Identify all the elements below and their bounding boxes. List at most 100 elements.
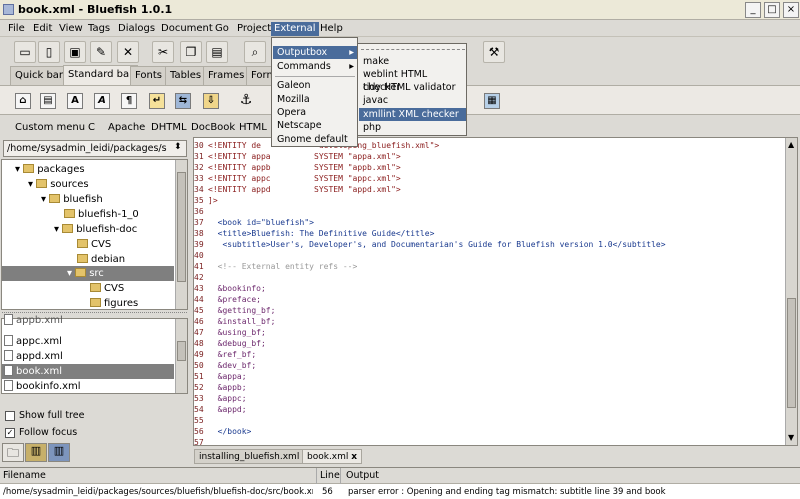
menu-item-javac[interactable]: javac: [359, 94, 466, 107]
list-scrollbar-thumb[interactable]: [177, 341, 186, 361]
output-filename[interactable]: /home/sysadmin_leidi/packages/sources/bl…: [3, 487, 313, 497]
image-icon[interactable]: ▦: [484, 93, 500, 109]
list-item[interactable]: appd.xml: [4, 349, 63, 364]
custom-menu-dhtml[interactable]: DHTML: [151, 122, 187, 133]
copy-icon[interactable]: ❐: [180, 41, 202, 63]
editor-tab[interactable]: installing_bluefish.xml x: [194, 449, 314, 464]
menu-item-tidy[interactable]: tidy HTML validator: [359, 81, 466, 94]
tree-item[interactable]: debian: [77, 252, 125, 267]
reference-tab-icon[interactable]: ▥: [48, 443, 70, 462]
tab-frames[interactable]: Frames: [203, 66, 250, 85]
close-icon[interactable]: ×: [783, 2, 799, 18]
tree-item[interactable]: CVS: [90, 281, 124, 296]
custom-menu-apache[interactable]: Apache: [108, 122, 145, 133]
path-combo[interactable]: /home/sysadmin_leidi/packages/sourc ⬍: [3, 140, 187, 157]
new-file-icon[interactable]: ▭: [14, 41, 36, 63]
tree-item-selected[interactable]: ▾ src: [2, 266, 174, 281]
menu-file[interactable]: File: [5, 22, 28, 36]
tearoff-line[interactable]: [361, 49, 465, 50]
paragraph-icon[interactable]: ¶: [121, 93, 137, 109]
body-icon[interactable]: ▤: [40, 93, 56, 109]
col-filename[interactable]: Filename: [3, 470, 46, 481]
menu-item-commands[interactable]: Commands ▸: [273, 60, 357, 73]
editor-scrollbar-thumb[interactable]: [787, 298, 796, 408]
menu-item-xmllint[interactable]: xmllint XML checker: [359, 108, 466, 121]
tab-tables[interactable]: Tables: [165, 66, 207, 85]
minimize-icon[interactable]: _: [745, 2, 761, 18]
output-message[interactable]: parser error : Opening and ending tag mi…: [348, 487, 666, 497]
preferences-icon[interactable]: ⚒: [483, 41, 505, 63]
custom-menu[interactable]: Custom menu: [15, 122, 85, 133]
tab-standard-bar[interactable]: Standard bar: [63, 65, 139, 85]
maximize-icon[interactable]: □: [764, 2, 780, 18]
menu-external[interactable]: External: [271, 22, 319, 36]
scroll-up-icon[interactable]: ▲: [788, 140, 794, 149]
paste-icon[interactable]: ▤: [206, 41, 228, 63]
insert-icon[interactable]: ⇩: [203, 93, 219, 109]
scroll-down-icon[interactable]: ▼: [788, 433, 794, 442]
custom-menu-c[interactable]: C: [88, 122, 95, 133]
italic-icon[interactable]: A: [94, 93, 110, 109]
menu-tags[interactable]: Tags: [85, 22, 113, 36]
bookmark-tab-icon[interactable]: ▥: [25, 443, 47, 462]
list-item-selected[interactable]: book.xml: [2, 364, 174, 379]
find-icon[interactable]: ⌕: [244, 41, 266, 63]
follow-focus-checkbox[interactable]: ✓: [5, 428, 15, 438]
menu-document[interactable]: Document: [158, 22, 216, 36]
list-scrollbar[interactable]: [175, 319, 187, 393]
editor-text[interactable]: 30 <!ENTITY de 31 <!ENTITY appa 32 <!ENTITY…: [194, 138, 784, 445]
menu-item-weblint[interactable]: weblint HTML checker: [359, 68, 466, 93]
entity-values: *developing_bluefish.xml"> SYSTEM "appa.…: [314, 141, 440, 194]
menu-item-netscape[interactable]: Netscape: [273, 119, 357, 132]
app-icon: [3, 4, 14, 15]
tree-item[interactable]: ▾ packages: [15, 162, 85, 177]
menu-item-mozilla[interactable]: Mozilla: [273, 93, 357, 106]
menu-project[interactable]: Project: [234, 22, 274, 36]
custom-menu-docbook[interactable]: DocBook: [191, 122, 235, 133]
break-icon[interactable]: ↵: [149, 93, 165, 109]
cut-icon[interactable]: ✂: [152, 41, 174, 63]
menu-item-outputbox[interactable]: Outputbox ▸: [273, 46, 357, 59]
folder-tab-icon[interactable]: 🗀: [2, 443, 24, 462]
list-item[interactable]: appc.xml: [4, 334, 62, 349]
nbsp-icon[interactable]: ⇆: [175, 93, 191, 109]
tree-item[interactable]: ▾ bluefish: [41, 192, 103, 207]
custom-menu-html[interactable]: HTML: [239, 122, 267, 133]
list-item[interactable]: bookinfo.xml: [4, 379, 81, 394]
menu-view[interactable]: View: [56, 22, 86, 36]
menu-help[interactable]: Help: [317, 22, 346, 36]
menu-item-make[interactable]: make: [359, 55, 466, 68]
menu-item-opera[interactable]: Opera: [273, 106, 357, 119]
save-icon[interactable]: ▣: [64, 41, 86, 63]
tab-fonts[interactable]: Fonts: [130, 66, 167, 85]
tree-item[interactable]: ▾ sources: [28, 177, 89, 192]
editor-tab-active[interactable]: book.xml x: [302, 449, 363, 464]
code-line: 40: [194, 251, 204, 260]
col-line[interactable]: Line: [316, 468, 341, 484]
menu-item-galeon[interactable]: Galeon: [273, 79, 357, 92]
tree-item[interactable]: ▾ bluefish-doc: [54, 222, 137, 237]
save-as-icon[interactable]: ✎: [90, 41, 112, 63]
output-line[interactable]: 56: [322, 487, 333, 497]
list-item[interactable]: appb.xml: [4, 313, 63, 328]
menu-edit[interactable]: Edit: [30, 22, 55, 36]
close-file-icon[interactable]: ✕: [117, 41, 139, 63]
open-file-icon[interactable]: ▯: [38, 41, 60, 63]
menu-item-gnome-default[interactable]: Gnome default: [273, 133, 357, 146]
quickstart-icon[interactable]: ⌂: [15, 93, 31, 109]
col-output[interactable]: Output: [346, 470, 379, 481]
tree-item[interactable]: CVS: [77, 237, 111, 252]
tree-scrollbar-thumb[interactable]: [177, 172, 186, 282]
tree-item[interactable]: bluefish-1_0: [64, 207, 139, 222]
tree-scrollbar[interactable]: [175, 160, 187, 309]
menu-item-php[interactable]: php: [359, 121, 466, 134]
menu-go[interactable]: Go: [212, 22, 232, 36]
anchor-icon[interactable]: ⚓: [238, 93, 254, 109]
show-full-tree-checkbox[interactable]: [5, 411, 15, 421]
editor[interactable]: 30 <!ENTITY de 31 <!ENTITY appa 32 <!ENTITY…: [193, 137, 798, 446]
tab-quick-bar[interactable]: Quick bar: [10, 66, 69, 85]
menu-dialogs[interactable]: Dialogs: [115, 22, 158, 36]
bold-icon[interactable]: A: [67, 93, 83, 109]
tree-item[interactable]: figures: [90, 296, 138, 311]
editor-scrollbar[interactable]: ▲ ▼: [785, 138, 797, 445]
